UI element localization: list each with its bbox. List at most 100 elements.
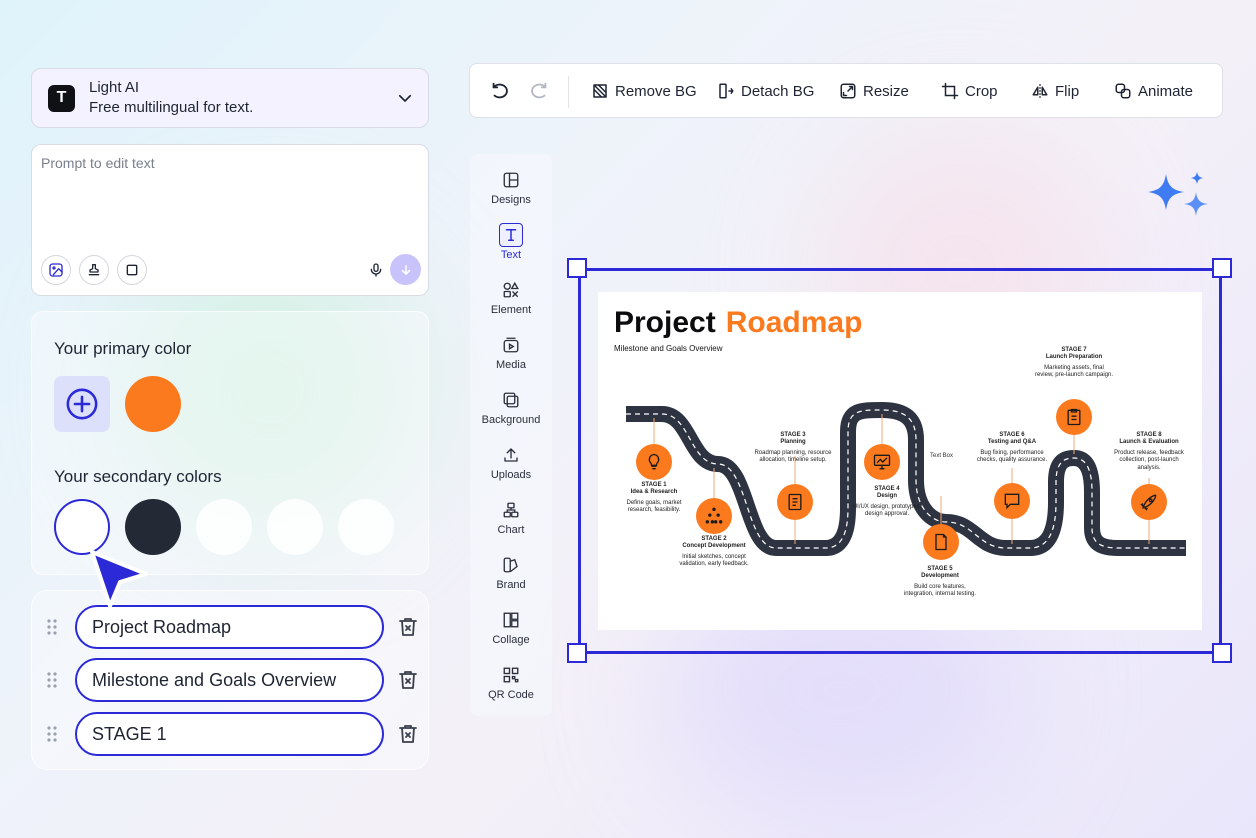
colors-panel: Your primary color Your secondary colors xyxy=(31,311,429,575)
text-layer-field[interactable]: STAGE 1 xyxy=(75,712,384,756)
side-menu-chart[interactable]: Chart xyxy=(470,501,552,551)
resize-handle[interactable] xyxy=(1212,643,1232,663)
stage-name: Planning xyxy=(780,439,806,446)
model-selector[interactable]: T Light AI Free multilingual for text. xyxy=(31,68,429,128)
design-canvas[interactable]: Project Roadmap Milestone and Goals Overv… xyxy=(598,292,1202,630)
trash-icon[interactable] xyxy=(396,615,420,639)
redo-button[interactable] xyxy=(527,79,551,103)
side-menu-text[interactable]: Text xyxy=(470,223,552,276)
add-color-button[interactable] xyxy=(54,376,110,432)
secondary-color-swatch[interactable] xyxy=(196,499,252,555)
stage-4-text[interactable]: STAGE 4 Design UI/UX design, prototypes,… xyxy=(847,486,927,519)
side-menu-media[interactable]: Media xyxy=(470,336,552,386)
stage-2-circle[interactable] xyxy=(696,498,732,534)
microphone-button[interactable] xyxy=(365,259,387,281)
stage-8-text[interactable]: STAGE 8 Launch & Evaluation Product rele… xyxy=(1109,432,1189,472)
stage-3-text[interactable]: STAGE 3 Planning Roadmap planning, resou… xyxy=(753,432,833,465)
side-menu-brand[interactable]: Brand xyxy=(470,556,552,606)
resize-handle[interactable] xyxy=(567,643,587,663)
side-menu-background[interactable]: Background xyxy=(470,391,552,441)
resize-button[interactable]: Resize xyxy=(839,78,909,104)
clipboard-icon xyxy=(1067,408,1081,426)
undo-button[interactable] xyxy=(488,79,512,103)
detach-bg-label: Detach BG xyxy=(741,82,815,100)
lightbulb-icon xyxy=(648,453,660,470)
stage-label: STAGE 7 xyxy=(1061,347,1087,353)
stage-5-circle[interactable] xyxy=(923,524,959,560)
textbox-label: Text Box xyxy=(930,453,954,459)
prompt-input[interactable] xyxy=(41,155,421,245)
chevron-down-icon[interactable] xyxy=(396,89,414,107)
stamp-button[interactable] xyxy=(79,255,109,285)
crop-button[interactable]: Crop xyxy=(941,78,998,104)
stage-description: Roadmap planning, resource allocation, t… xyxy=(754,449,832,464)
stage-7-text[interactable]: STAGE 7 Launch Preparation Marketing ass… xyxy=(1034,347,1114,380)
drag-handle-icon[interactable] xyxy=(46,671,58,689)
detach-bg-button[interactable]: Detach BG xyxy=(717,78,814,104)
model-description: Free multilingual for text. xyxy=(89,99,254,116)
animate-button[interactable]: Animate xyxy=(1114,78,1193,104)
secondary-color-swatch[interactable] xyxy=(338,499,394,555)
side-menu-label: Element xyxy=(490,304,532,316)
notebook-icon xyxy=(788,493,802,511)
prompt-box xyxy=(31,144,429,296)
sparkle-icon xyxy=(1148,172,1208,216)
designs-icon xyxy=(503,172,519,188)
stage-description: Define goals, market research, feasibili… xyxy=(626,499,682,514)
resize-handle[interactable] xyxy=(1212,258,1232,278)
design-subtitle[interactable]: Milestone and Goals Overview xyxy=(614,344,723,353)
drag-handle-icon[interactable] xyxy=(46,618,58,636)
side-menu-qr-code[interactable]: QR Code xyxy=(470,666,552,716)
qr-code-icon xyxy=(503,667,519,683)
secondary-color-swatch[interactable] xyxy=(267,499,323,555)
trash-icon[interactable] xyxy=(396,722,420,746)
secondary-color-swatch[interactable] xyxy=(54,499,110,555)
detach-bg-icon xyxy=(719,83,734,99)
secondary-color-swatch[interactable] xyxy=(125,499,181,555)
arrow-down-icon xyxy=(401,264,410,275)
stage-6-text[interactable]: STAGE 6 Testing and Q&A Bug fixing, perf… xyxy=(972,432,1052,465)
stage-8-circle[interactable] xyxy=(1131,484,1167,520)
microphone-icon xyxy=(370,263,382,277)
stage-5-text[interactable]: STAGE 5 Development Build core features,… xyxy=(900,566,980,599)
stage-name: Launch & Evaluation xyxy=(1119,439,1179,446)
stage-description: Bug fixing, performance checks, quality … xyxy=(976,449,1048,464)
image-edit-icon xyxy=(49,263,63,277)
stage-6-circle[interactable] xyxy=(994,483,1030,519)
stage-1-circle[interactable] xyxy=(636,444,672,480)
stage-1-text[interactable]: STAGE 1 Idea & Research Define goals, ma… xyxy=(614,482,694,515)
resize-handle[interactable] xyxy=(567,258,587,278)
square-button[interactable] xyxy=(117,255,147,285)
design-title-main: Project xyxy=(614,306,716,339)
primary-color-swatch[interactable] xyxy=(125,376,181,432)
stage-7-circle[interactable] xyxy=(1056,399,1092,435)
brand-icon xyxy=(503,557,518,573)
undo-icon xyxy=(492,82,508,99)
trash-icon[interactable] xyxy=(396,668,420,692)
plus-circle-icon xyxy=(66,388,98,420)
mouse-pointer-icon xyxy=(90,550,148,608)
side-menu-label: Uploads xyxy=(490,469,532,481)
stage-description: Product release, feedback collection, po… xyxy=(1114,449,1184,471)
image-edit-button[interactable] xyxy=(41,255,71,285)
stage-name: Testing and Q&A xyxy=(987,439,1037,446)
send-button[interactable] xyxy=(390,254,421,285)
flip-button[interactable]: Flip xyxy=(1031,78,1079,104)
remove-bg-icon xyxy=(593,84,607,98)
side-menu-collage[interactable]: Collage xyxy=(470,611,552,661)
stage-4-circle[interactable] xyxy=(864,444,900,480)
design-title[interactable]: Project Roadmap xyxy=(614,306,862,340)
stage-2-text[interactable]: STAGE 2 Concept Development Initial sket… xyxy=(674,536,754,569)
flip-icon xyxy=(1032,84,1048,98)
side-menu-element[interactable]: Element xyxy=(470,281,552,331)
remove-bg-button[interactable]: Remove BG xyxy=(591,78,697,104)
side-menu-label: Media xyxy=(496,359,526,371)
stage-3-circle[interactable] xyxy=(777,484,813,520)
document-icon xyxy=(935,533,947,551)
text-layer-field[interactable]: Milestone and Goals Overview xyxy=(75,658,384,702)
drag-handle-icon[interactable] xyxy=(46,725,58,743)
side-menu-designs[interactable]: Designs xyxy=(470,171,552,221)
side-menu-label: Collage xyxy=(492,634,530,646)
side-menu-uploads[interactable]: Uploads xyxy=(470,446,552,496)
chart-icon xyxy=(503,502,519,518)
